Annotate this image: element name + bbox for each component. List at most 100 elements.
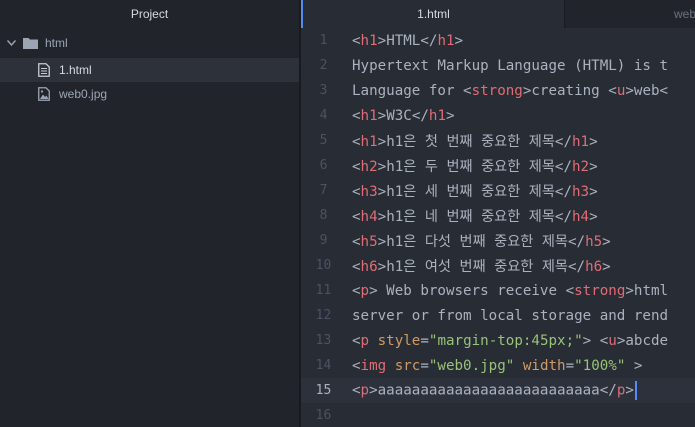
tag-name: p — [360, 282, 370, 299]
code-editor[interactable]: 1 <h1>HTML</h1> 2 Hypertext Markup Langu… — [301, 28, 695, 427]
code-line[interactable]: 13 <p style="margin-top:45px;"> <u>abcde — [301, 328, 695, 353]
code-line[interactable]: 16 — [301, 403, 695, 427]
tag-name: img — [360, 357, 387, 374]
line-number: 14 — [315, 358, 332, 373]
code-line[interactable]: 14 <img src="web0.jpg" width="100%" > — [301, 353, 695, 378]
attribute-value: "100%" — [574, 357, 626, 374]
text-content: h1은 네 번째 중요한 제목 — [386, 208, 555, 225]
line-code: <h1>HTML</h1> — [352, 32, 464, 49]
tab-bar: 1.html web — [301, 0, 695, 28]
line-number: 3 — [319, 83, 328, 98]
line-code: server or from local storage and rend — [352, 307, 669, 324]
line-number: 6 — [319, 158, 328, 173]
line-number: 16 — [315, 408, 332, 423]
tag-name: strong — [471, 82, 523, 99]
line-code: <img src="web0.jpg" width="100%" > — [352, 357, 643, 374]
attribute-value: "margin-top:45px;" — [428, 332, 583, 349]
text-content: h1은 여섯 번째 중요한 제목 — [386, 258, 568, 275]
file-label: 1.html — [59, 63, 92, 77]
code-line[interactable]: 7 <h3>h1은 세 번째 중요한 제목</h3> — [301, 178, 695, 203]
tree-file-web0-jpg[interactable]: web0.jpg — [0, 82, 299, 106]
code-line[interactable]: 4 <h1>W3C</h1> — [301, 103, 695, 128]
project-sidebar: Project html 1.html web0.jpg — [0, 0, 299, 427]
code-line[interactable]: 10 <h6>h1은 여섯 번째 중요한 제목</h6> — [301, 253, 695, 278]
tag-name: h2 — [360, 158, 378, 175]
code-line[interactable]: 3 Language for <strong>creating <u>web< — [301, 78, 695, 103]
tag-name: u — [608, 332, 617, 349]
line-code: <p>aaaaaaaaaaaaaaaaaaaaaaaaaa</p> — [352, 381, 637, 400]
tab-web[interactable]: web — [566, 0, 695, 28]
line-number: 15 — [315, 383, 332, 398]
line-code: Hypertext Markup Language (HTML) is t — [352, 57, 669, 74]
text-content — [591, 333, 600, 349]
text-content: web — [633, 82, 660, 99]
code-line[interactable]: 12 server or from local storage and rend — [301, 303, 695, 328]
text-content: W3C — [386, 107, 412, 124]
tag-name: h1 — [360, 133, 378, 150]
code-line-current[interactable]: 15 <p>aaaaaaaaaaaaaaaaaaaaaaaaaa</p> — [301, 378, 695, 403]
line-number: 7 — [319, 183, 328, 198]
sidebar-title: Project — [0, 0, 299, 28]
tag-name: p — [360, 382, 370, 399]
tag-name: h1 — [360, 32, 378, 49]
editor-window: Project html 1.html web0.jpg 1.html web … — [0, 0, 695, 427]
text-content: Language for — [352, 82, 464, 99]
code-line[interactable]: 2 Hypertext Markup Language (HTML) is t — [301, 53, 695, 78]
line-number: 12 — [315, 308, 332, 323]
line-code: <p> Web browsers receive <strong>html — [352, 282, 669, 299]
tag-name: h6 — [585, 258, 603, 275]
tag-name: h1 — [437, 32, 455, 49]
line-number: 4 — [319, 108, 328, 123]
tag-name: h3 — [572, 183, 590, 200]
attribute-name: width — [522, 357, 566, 374]
tag-name: h1 — [360, 107, 378, 124]
tab-1-html[interactable]: 1.html — [301, 0, 565, 28]
text-content: Web browsers receive — [377, 282, 566, 299]
code-line[interactable]: 8 <h4>h1은 네 번째 중요한 제목</h4> — [301, 203, 695, 228]
line-code: <h1>h1은 첫 번째 중요한 제목</h1> — [352, 133, 598, 150]
line-number: 10 — [315, 258, 332, 273]
tag-name: h5 — [360, 233, 378, 250]
text-content: h1은 첫 번째 중요한 제목 — [386, 133, 555, 150]
line-number: 8 — [319, 208, 328, 223]
text-content: creating — [531, 82, 609, 99]
file-text-icon — [36, 62, 52, 78]
line-number: 2 — [319, 58, 328, 73]
folder-label: html — [45, 36, 68, 50]
tag-name: h4 — [572, 208, 590, 225]
image-file-icon — [36, 86, 52, 102]
line-code: <h4>h1은 네 번째 중요한 제목</h4> — [352, 208, 598, 225]
attribute-value: "web0.jpg" — [428, 357, 515, 374]
text-content: HTML — [386, 32, 421, 49]
code-line[interactable]: 1 <h1>HTML</h1> — [301, 28, 695, 53]
tree-folder-html[interactable]: html — [0, 31, 299, 55]
folder-icon — [22, 35, 38, 51]
tag-name: h4 — [360, 208, 378, 225]
line-number: 5 — [319, 133, 328, 148]
line-number: 9 — [319, 233, 328, 248]
tag-name: strong — [574, 282, 626, 299]
code-line[interactable]: 5 <h1>h1은 첫 번째 중요한 제목</h1> — [301, 128, 695, 153]
tag-name: h2 — [572, 158, 590, 175]
line-number: 11 — [315, 283, 332, 298]
line-number: 13 — [315, 333, 332, 348]
tree-file-1-html[interactable]: 1.html — [0, 58, 299, 82]
text-content: h1은 두 번째 중요한 제목 — [386, 158, 555, 175]
line-code: <h5>h1은 다섯 번째 중요한 제목</h5> — [352, 233, 611, 250]
line-code: <h2>h1은 두 번째 중요한 제목</h2> — [352, 158, 598, 175]
code-line[interactable]: 11 <p> Web browsers receive <strong>html — [301, 278, 695, 303]
tag-name: h1 — [572, 133, 590, 150]
line-number: 1 — [319, 33, 328, 48]
code-line[interactable]: 9 <h5>h1은 다섯 번째 중요한 제목</h5> — [301, 228, 695, 253]
tag-name: h3 — [360, 183, 378, 200]
tag-name: p — [360, 332, 370, 349]
tag-name: h1 — [428, 107, 446, 124]
text-content: h1은 다섯 번째 중요한 제목 — [386, 233, 568, 250]
code-line[interactable]: 6 <h2>h1은 두 번째 중요한 제목</h2> — [301, 153, 695, 178]
text-cursor — [634, 381, 637, 400]
attribute-name: src — [394, 357, 421, 374]
line-code: Language for <strong>creating <u>web< — [352, 82, 669, 99]
line-code: <h1>W3C</h1> — [352, 107, 455, 124]
chevron-down-icon[interactable] — [4, 40, 18, 46]
text-content: html — [633, 282, 669, 299]
